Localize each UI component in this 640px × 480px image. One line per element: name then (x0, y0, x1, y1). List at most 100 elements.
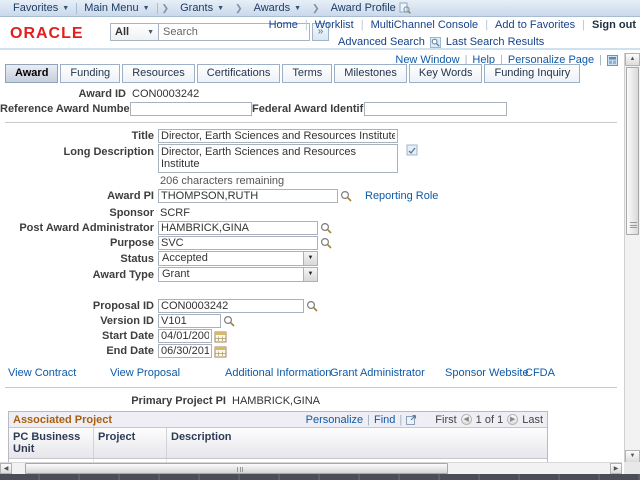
additional-information-link[interactable]: Additional Information (225, 367, 331, 379)
peoplesoft-award-profile-page: Favorites ▼ Main Menu ▼ ❯ Grants ▼ ❯ Awa… (0, 0, 640, 480)
cfda-link[interactable]: CFDA (525, 367, 555, 379)
breadcrumb-awards-label: Awards (253, 2, 291, 14)
grid-title: Associated Project (13, 413, 113, 426)
reference-award-number-label: Reference Award Number (0, 103, 134, 115)
view-contract-link[interactable]: View Contract (8, 367, 76, 379)
version-id-input[interactable] (158, 314, 221, 328)
home-link[interactable]: Home (269, 19, 298, 31)
tab-terms[interactable]: Terms (282, 64, 333, 83)
purpose-input[interactable] (158, 236, 318, 250)
award-pi-label: Award PI (107, 190, 154, 202)
tab-resources[interactable]: Resources (122, 64, 195, 83)
calendar-icon[interactable] (214, 345, 227, 358)
award-pi-input[interactable] (158, 189, 338, 203)
lookup-icon[interactable] (340, 190, 353, 203)
vertical-scrollbar[interactable]: ▲ ▼ (624, 53, 640, 463)
favorites-label: Favorites (13, 2, 59, 14)
tab-funding-inquiry[interactable]: Funding Inquiry (484, 64, 581, 83)
award-type-select[interactable]: Grant ▼ (158, 267, 318, 282)
tab-key-words[interactable]: Key Words (408, 64, 483, 83)
chevron-down-icon: ▼ (294, 4, 302, 12)
top-nav-links: Home | Worklist | MultiChannel Console |… (269, 19, 636, 31)
pager-first-label: First (435, 413, 457, 426)
breadcrumb-awards[interactable]: Awards ▼ (247, 2, 308, 14)
pager-prev-icon[interactable]: ◀ (460, 414, 472, 425)
spell-check-icon[interactable] (406, 144, 419, 157)
grid-header-row: PC Business Unit Project Description (9, 428, 547, 459)
advanced-search-link[interactable]: Advanced Search (338, 36, 425, 48)
search-sub-links: Advanced Search Last Search Results (338, 36, 544, 48)
personalize-grid-link[interactable]: Personalize (306, 414, 363, 426)
favorites-menu[interactable]: Favorites ▼ (6, 2, 76, 14)
copy-url-icon[interactable] (607, 54, 618, 66)
status-select[interactable]: Accepted ▼ (158, 251, 318, 266)
divider: | (582, 19, 585, 31)
sign-out-link[interactable]: Sign out (592, 19, 636, 31)
find-link[interactable]: Find (374, 414, 395, 426)
grid-popout-icon[interactable] (406, 414, 417, 425)
pager-next-icon[interactable]: ▶ (507, 414, 519, 425)
pager-last-label: Last (522, 413, 543, 426)
header: ORACLE All ▼ » Home | Worklist | MultiCh… (0, 17, 640, 50)
post-award-admin-input[interactable] (158, 221, 318, 235)
federal-award-id-input[interactable] (364, 102, 507, 116)
grid-pager: First ◀ 1 of 1 ▶ Last (435, 414, 543, 426)
sponsor-website-link[interactable]: Sponsor Website (445, 367, 529, 379)
horizontal-scrollbar[interactable]: ◀ ▶ (0, 462, 622, 474)
scrollbar-corner (624, 462, 640, 474)
reference-award-number-input[interactable] (130, 102, 252, 116)
award-form: Award ID CON0003242 Reference Award Numb… (0, 82, 622, 480)
taskbar-strip (0, 474, 640, 480)
multichannel-console-link[interactable]: MultiChannel Console (371, 19, 479, 31)
last-search-results-icon (429, 36, 441, 48)
add-to-favorites-link[interactable]: Add to Favorites (495, 19, 575, 31)
view-proposal-link[interactable]: View Proposal (110, 367, 180, 379)
primary-project-pi-label: Primary Project PI (131, 395, 226, 407)
long-description-row: Long Description Director, Earth Science… (0, 144, 622, 173)
tab-certifications[interactable]: Certifications (196, 64, 281, 83)
lookup-icon[interactable] (320, 237, 333, 250)
reference-row: Reference Award Number Federal Award Ide… (0, 102, 622, 116)
chevron-down-icon: ▼ (62, 4, 70, 12)
search-scope-select[interactable]: All ▼ (110, 23, 158, 41)
oracle-logo: ORACLE (10, 25, 84, 42)
divider: | (360, 19, 364, 31)
vertical-scrollbar-thumb[interactable] (626, 67, 639, 235)
tab-milestones[interactable]: Milestones (334, 64, 407, 83)
post-award-admin-label: Post Award Administrator (19, 222, 154, 234)
tab-bar: Award Funding Resources Certifications T… (5, 64, 582, 83)
scroll-left-icon[interactable]: ◀ (0, 463, 12, 474)
long-description-textarea[interactable]: Director, Earth Sciences and Resources I… (158, 144, 398, 173)
start-date-input[interactable] (158, 329, 212, 343)
breadcrumb-separator-icon: ❯ (235, 2, 243, 13)
breadcrumb-grants[interactable]: Grants ▼ (173, 2, 231, 14)
reporting-role-link[interactable]: Reporting Role (365, 190, 438, 202)
proposal-id-input[interactable] (158, 299, 304, 313)
federal-award-id-label: Federal Award Identification Number (252, 103, 444, 115)
horizontal-scrollbar-thumb[interactable] (25, 463, 448, 474)
lookup-icon[interactable] (223, 315, 236, 328)
title-input[interactable] (158, 129, 398, 143)
search-page-icon[interactable] (399, 2, 411, 14)
grant-administrator-link[interactable]: Grant Administrator (330, 367, 425, 379)
tab-award[interactable]: Award (5, 64, 59, 83)
divider: | (485, 19, 489, 31)
tab-funding[interactable]: Funding (60, 64, 121, 83)
breadcrumb-separator-icon: ❯ (312, 2, 320, 13)
scroll-right-icon[interactable]: ▶ (610, 463, 622, 474)
scroll-up-icon[interactable]: ▲ (625, 53, 640, 66)
divider: | (599, 54, 602, 66)
worklist-link[interactable]: Worklist (315, 19, 354, 31)
sponsor-label: Sponsor (109, 207, 154, 219)
calendar-icon[interactable] (214, 330, 227, 343)
lookup-icon[interactable] (320, 222, 333, 235)
breadcrumb-separator-icon: ❯ (161, 2, 170, 13)
end-date-label: End Date (106, 345, 154, 357)
award-type-value: Grant (162, 268, 190, 280)
lookup-icon[interactable] (306, 300, 319, 313)
scroll-grip (630, 222, 637, 228)
end-date-input[interactable] (158, 344, 212, 358)
last-search-results-link[interactable]: Last Search Results (446, 36, 544, 48)
column-description: Description (171, 431, 232, 443)
main-menu[interactable]: Main Menu ▼ (77, 2, 156, 14)
